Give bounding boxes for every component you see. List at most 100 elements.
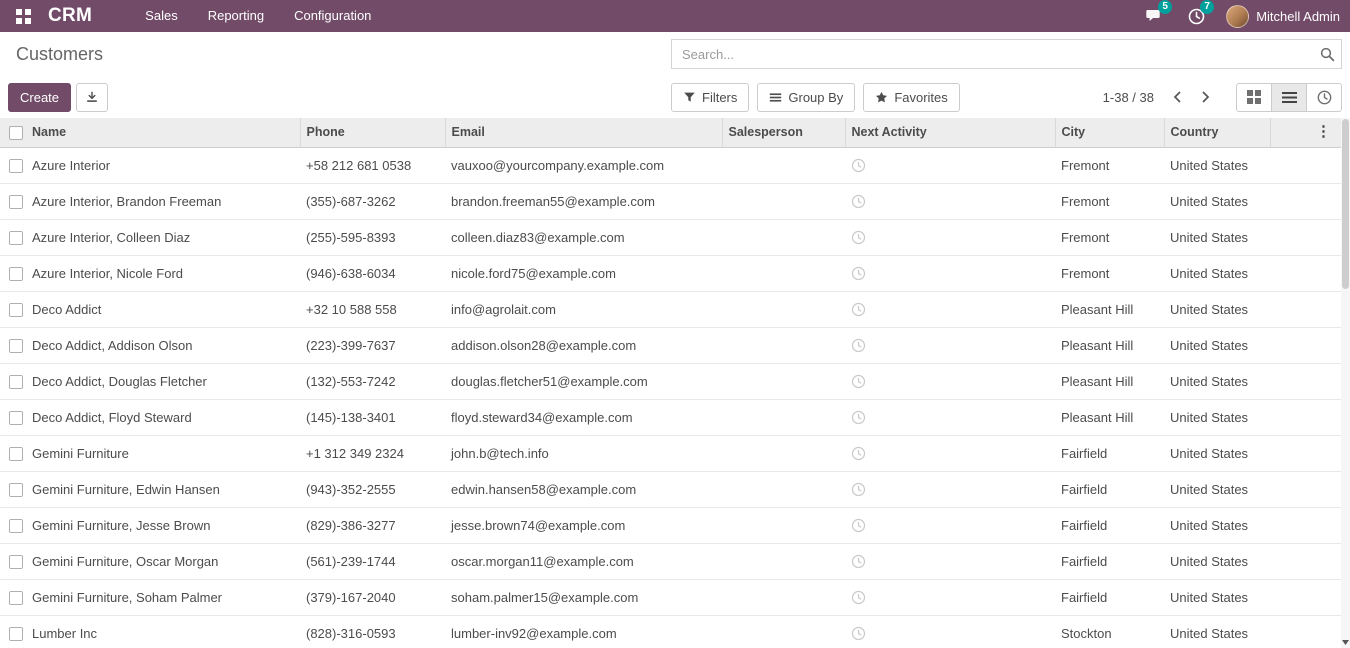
cell-city[interactable]: Fairfield: [1055, 579, 1164, 615]
cell-email[interactable]: lumber-inv92@example.com: [445, 615, 722, 648]
cell-email[interactable]: info@agrolait.com: [445, 291, 722, 327]
table-row[interactable]: Deco Addict +32 10 588 558 info@agrolait…: [0, 291, 1341, 327]
cell-next-activity[interactable]: [845, 291, 1055, 327]
table-row[interactable]: Azure Interior, Brandon Freeman (355)-68…: [0, 183, 1341, 219]
row-checkbox[interactable]: [9, 339, 23, 353]
next-activity-clock-icon[interactable]: [851, 230, 866, 245]
row-checkbox[interactable]: [9, 159, 23, 173]
user-menu[interactable]: Mitchell Admin: [1256, 9, 1340, 24]
row-checkbox[interactable]: [9, 303, 23, 317]
cell-salesperson[interactable]: [722, 543, 845, 579]
cell-city[interactable]: Fremont: [1055, 219, 1164, 255]
cell-next-activity[interactable]: [845, 543, 1055, 579]
cell-country[interactable]: United States: [1164, 219, 1270, 255]
select-all-checkbox[interactable]: [9, 126, 23, 140]
cell-name[interactable]: Deco Addict, Addison Olson: [26, 327, 300, 363]
cell-city[interactable]: Fairfield: [1055, 507, 1164, 543]
cell-city[interactable]: Fremont: [1055, 183, 1164, 219]
export-button[interactable]: [76, 83, 108, 112]
favorites-button[interactable]: Favorites: [863, 83, 959, 112]
cell-phone[interactable]: (255)-595-8393: [300, 219, 445, 255]
messages-button[interactable]: 5: [1140, 2, 1168, 30]
table-row[interactable]: Gemini Furniture +1 312 349 2324 john.b@…: [0, 435, 1341, 471]
cell-email[interactable]: douglas.fletcher51@example.com: [445, 363, 722, 399]
cell-email[interactable]: edwin.hansen58@example.com: [445, 471, 722, 507]
cell-email[interactable]: soham.palmer15@example.com: [445, 579, 722, 615]
menu-sales[interactable]: Sales: [132, 0, 191, 32]
cell-name[interactable]: Gemini Furniture, Oscar Morgan: [26, 543, 300, 579]
scroll-down-button[interactable]: [1341, 636, 1350, 648]
cell-next-activity[interactable]: [845, 255, 1055, 291]
cell-phone[interactable]: (946)-638-6034: [300, 255, 445, 291]
cell-salesperson[interactable]: [722, 219, 845, 255]
row-checkbox[interactable]: [9, 411, 23, 425]
cell-salesperson[interactable]: [722, 615, 845, 648]
column-header-email[interactable]: Email: [445, 118, 722, 147]
user-avatar[interactable]: [1226, 5, 1249, 28]
column-header-salesperson[interactable]: Salesperson: [722, 118, 845, 147]
row-checkbox[interactable]: [9, 375, 23, 389]
cell-name[interactable]: Azure Interior, Brandon Freeman: [26, 183, 300, 219]
cell-email[interactable]: vauxoo@yourcompany.example.com: [445, 147, 722, 183]
cell-next-activity[interactable]: [845, 147, 1055, 183]
cell-country[interactable]: United States: [1164, 579, 1270, 615]
cell-next-activity[interactable]: [845, 615, 1055, 648]
cell-email[interactable]: brandon.freeman55@example.com: [445, 183, 722, 219]
group-by-button[interactable]: Group By: [757, 83, 855, 112]
cell-email[interactable]: john.b@tech.info: [445, 435, 722, 471]
next-activity-clock-icon[interactable]: [851, 482, 866, 497]
cell-salesperson[interactable]: [722, 579, 845, 615]
table-row[interactable]: Lumber Inc (828)-316-0593 lumber-inv92@e…: [0, 615, 1341, 648]
cell-phone[interactable]: (223)-399-7637: [300, 327, 445, 363]
cell-country[interactable]: United States: [1164, 255, 1270, 291]
column-header-country[interactable]: Country: [1164, 118, 1270, 147]
pager-next-button[interactable]: [1194, 84, 1216, 110]
menu-configuration[interactable]: Configuration: [281, 0, 384, 32]
next-activity-clock-icon[interactable]: [851, 518, 866, 533]
table-row[interactable]: Azure Interior, Nicole Ford (946)-638-60…: [0, 255, 1341, 291]
cell-country[interactable]: United States: [1164, 543, 1270, 579]
cell-email[interactable]: oscar.morgan11@example.com: [445, 543, 722, 579]
next-activity-clock-icon[interactable]: [851, 554, 866, 569]
app-name[interactable]: CRM: [48, 5, 92, 27]
cell-salesperson[interactable]: [722, 399, 845, 435]
cell-country[interactable]: United States: [1164, 615, 1270, 648]
cell-next-activity[interactable]: [845, 471, 1055, 507]
cell-name[interactable]: Gemini Furniture, Edwin Hansen: [26, 471, 300, 507]
cell-country[interactable]: United States: [1164, 291, 1270, 327]
search-icon[interactable]: [1313, 40, 1341, 68]
cell-phone[interactable]: (145)-138-3401: [300, 399, 445, 435]
cell-name[interactable]: Azure Interior, Colleen Diaz: [26, 219, 300, 255]
cell-phone[interactable]: +58 212 681 0538: [300, 147, 445, 183]
column-header-phone[interactable]: Phone: [300, 118, 445, 147]
row-checkbox[interactable]: [9, 519, 23, 533]
cell-next-activity[interactable]: [845, 219, 1055, 255]
cell-city[interactable]: Fairfield: [1055, 435, 1164, 471]
cell-name[interactable]: Deco Addict, Douglas Fletcher: [26, 363, 300, 399]
cell-city[interactable]: Pleasant Hill: [1055, 363, 1164, 399]
next-activity-clock-icon[interactable]: [851, 194, 866, 209]
activities-button[interactable]: 7: [1182, 2, 1210, 30]
cell-city[interactable]: Fremont: [1055, 147, 1164, 183]
table-row[interactable]: Gemini Furniture, Oscar Morgan (561)-239…: [0, 543, 1341, 579]
table-row[interactable]: Deco Addict, Douglas Fletcher (132)-553-…: [0, 363, 1341, 399]
cell-email[interactable]: jesse.brown74@example.com: [445, 507, 722, 543]
table-row[interactable]: Deco Addict, Floyd Steward (145)-138-340…: [0, 399, 1341, 435]
cell-phone[interactable]: +32 10 588 558: [300, 291, 445, 327]
cell-salesperson[interactable]: [722, 471, 845, 507]
cell-name[interactable]: Gemini Furniture: [26, 435, 300, 471]
cell-email[interactable]: nicole.ford75@example.com: [445, 255, 722, 291]
cell-salesperson[interactable]: [722, 147, 845, 183]
cell-city[interactable]: Pleasant Hill: [1055, 291, 1164, 327]
cell-city[interactable]: Fairfield: [1055, 543, 1164, 579]
pager-previous-button[interactable]: [1166, 84, 1188, 110]
cell-email[interactable]: colleen.diaz83@example.com: [445, 219, 722, 255]
cell-next-activity[interactable]: [845, 363, 1055, 399]
column-header-city[interactable]: City: [1055, 118, 1164, 147]
cell-country[interactable]: United States: [1164, 147, 1270, 183]
cell-phone[interactable]: (379)-167-2040: [300, 579, 445, 615]
filters-button[interactable]: Filters: [671, 83, 749, 112]
list-view-button[interactable]: [1271, 83, 1307, 112]
apps-menu-icon[interactable]: [10, 3, 36, 29]
table-row[interactable]: Azure Interior, Colleen Diaz (255)-595-8…: [0, 219, 1341, 255]
